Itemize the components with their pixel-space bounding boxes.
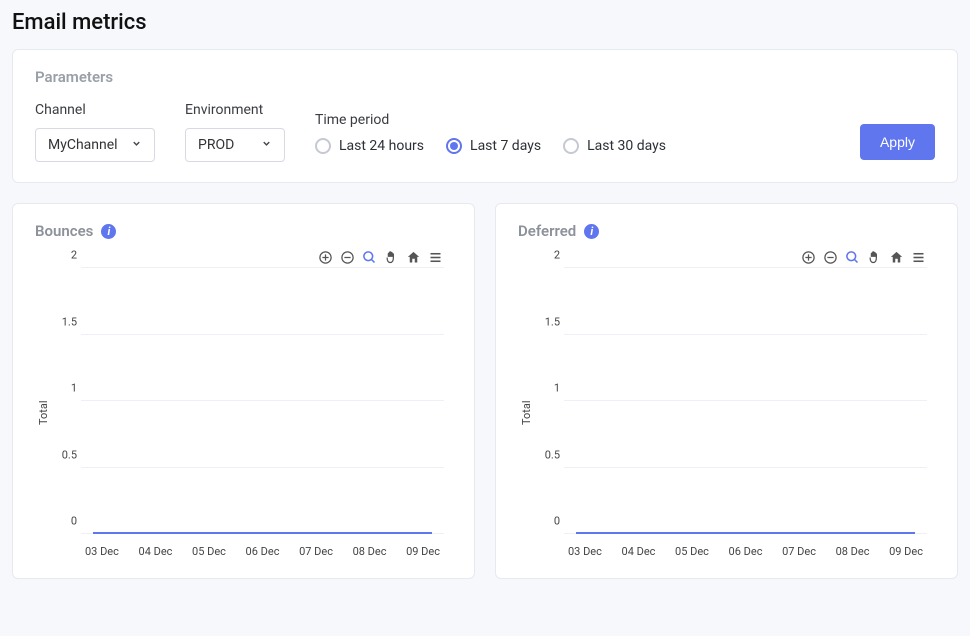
time-option-24h[interactable]: Last 24 hours [315, 138, 424, 154]
y-tick: 1.5 [53, 315, 77, 328]
time-period-label: Time period [315, 112, 666, 128]
parameters-section-title: Parameters [35, 68, 935, 86]
y-tick: 2 [53, 249, 77, 262]
radio-icon [315, 138, 331, 154]
data-line [576, 532, 915, 534]
x-tick: 08 Dec [836, 545, 870, 558]
bounces-plot: Total 0 0.5 1 1.5 2 [35, 268, 452, 558]
deferred-title: Deferred [518, 222, 576, 240]
bounces-toolbar [35, 248, 452, 266]
info-icon[interactable]: i [101, 224, 116, 239]
channel-value: MyChannel [48, 137, 118, 153]
x-tick: 06 Dec [246, 545, 280, 558]
x-tick: 03 Dec [568, 545, 602, 558]
chevron-down-icon [261, 137, 272, 153]
parameters-card: Parameters Channel MyChannel Environment… [12, 49, 958, 183]
info-icon[interactable]: i [584, 224, 599, 239]
parameters-row: Channel MyChannel Environment PROD [35, 102, 935, 162]
page-title: Email metrics [12, 10, 958, 35]
bounces-header: Bounces i [35, 222, 452, 240]
environment-value: PROD [198, 137, 234, 153]
home-icon[interactable] [887, 248, 905, 266]
y-axis-label: Total [35, 268, 51, 558]
channel-select[interactable]: MyChannel [35, 128, 155, 162]
zoom-out-icon[interactable] [338, 248, 356, 266]
radio-icon [446, 138, 462, 154]
x-tick: 04 Dec [622, 545, 656, 558]
plot-area[interactable]: 0 0.5 1 1.5 2 03 Dec 04 Dec 0 [534, 268, 935, 558]
y-tick: 0 [53, 515, 77, 528]
time-option-label: Last 24 hours [339, 138, 424, 154]
deferred-toolbar [518, 248, 935, 266]
page: Email metrics Parameters Channel MyChann… [0, 0, 970, 589]
data-line [93, 532, 432, 534]
plot-grid: 0 0.5 1 1.5 2 [81, 268, 444, 534]
time-period-field: Time period Last 24 hours Last 7 days La… [315, 112, 666, 162]
time-option-7d[interactable]: Last 7 days [446, 138, 541, 154]
channel-label: Channel [35, 102, 155, 118]
bounces-card: Bounces i Total 0 0.5 [12, 203, 475, 579]
x-tick: 07 Dec [782, 545, 816, 558]
pan-icon[interactable] [382, 248, 400, 266]
charts-row: Bounces i Total 0 0.5 [12, 203, 958, 579]
plot-area[interactable]: 0 0.5 1 1.5 2 03 Dec 04 Dec 0 [51, 268, 452, 558]
y-tick: 0 [536, 515, 560, 528]
selection-zoom-icon[interactable] [360, 248, 378, 266]
menu-icon[interactable] [426, 248, 444, 266]
selection-zoom-icon[interactable] [843, 248, 861, 266]
time-period-radio-group: Last 24 hours Last 7 days Last 30 days [315, 138, 666, 162]
y-tick: 2 [536, 249, 560, 262]
environment-field: Environment PROD [185, 102, 285, 162]
x-tick: 09 Dec [889, 545, 923, 558]
x-axis: 03 Dec 04 Dec 05 Dec 06 Dec 07 Dec 08 De… [81, 539, 444, 558]
deferred-header: Deferred i [518, 222, 935, 240]
y-axis-label: Total [518, 268, 534, 558]
y-tick: 0.5 [536, 448, 560, 461]
deferred-plot: Total 0 0.5 1 1.5 2 [518, 268, 935, 558]
bounces-title: Bounces [35, 222, 93, 240]
menu-icon[interactable] [909, 248, 927, 266]
x-tick: 06 Dec [729, 545, 763, 558]
apply-button[interactable]: Apply [860, 124, 935, 160]
time-option-30d[interactable]: Last 30 days [563, 138, 666, 154]
environment-select[interactable]: PROD [185, 128, 285, 162]
zoom-in-icon[interactable] [799, 248, 817, 266]
deferred-card: Deferred i Total 0 0.5 [495, 203, 958, 579]
pan-icon[interactable] [865, 248, 883, 266]
plot-grid: 0 0.5 1 1.5 2 [564, 268, 927, 534]
home-icon[interactable] [404, 248, 422, 266]
x-tick: 05 Dec [675, 545, 709, 558]
time-option-label: Last 7 days [470, 138, 541, 154]
x-tick: 04 Dec [139, 545, 173, 558]
y-tick: 0.5 [53, 448, 77, 461]
time-option-label: Last 30 days [587, 138, 666, 154]
y-tick: 1.5 [536, 315, 560, 328]
x-tick: 08 Dec [353, 545, 387, 558]
channel-field: Channel MyChannel [35, 102, 155, 162]
x-tick: 09 Dec [406, 545, 440, 558]
zoom-out-icon[interactable] [821, 248, 839, 266]
y-tick: 1 [53, 382, 77, 395]
y-tick: 1 [536, 382, 560, 395]
x-axis: 03 Dec 04 Dec 05 Dec 06 Dec 07 Dec 08 De… [564, 539, 927, 558]
environment-label: Environment [185, 102, 285, 118]
zoom-in-icon[interactable] [316, 248, 334, 266]
radio-icon [563, 138, 579, 154]
x-tick: 05 Dec [192, 545, 226, 558]
x-tick: 07 Dec [299, 545, 333, 558]
x-tick: 03 Dec [85, 545, 119, 558]
chevron-down-icon [131, 137, 142, 153]
